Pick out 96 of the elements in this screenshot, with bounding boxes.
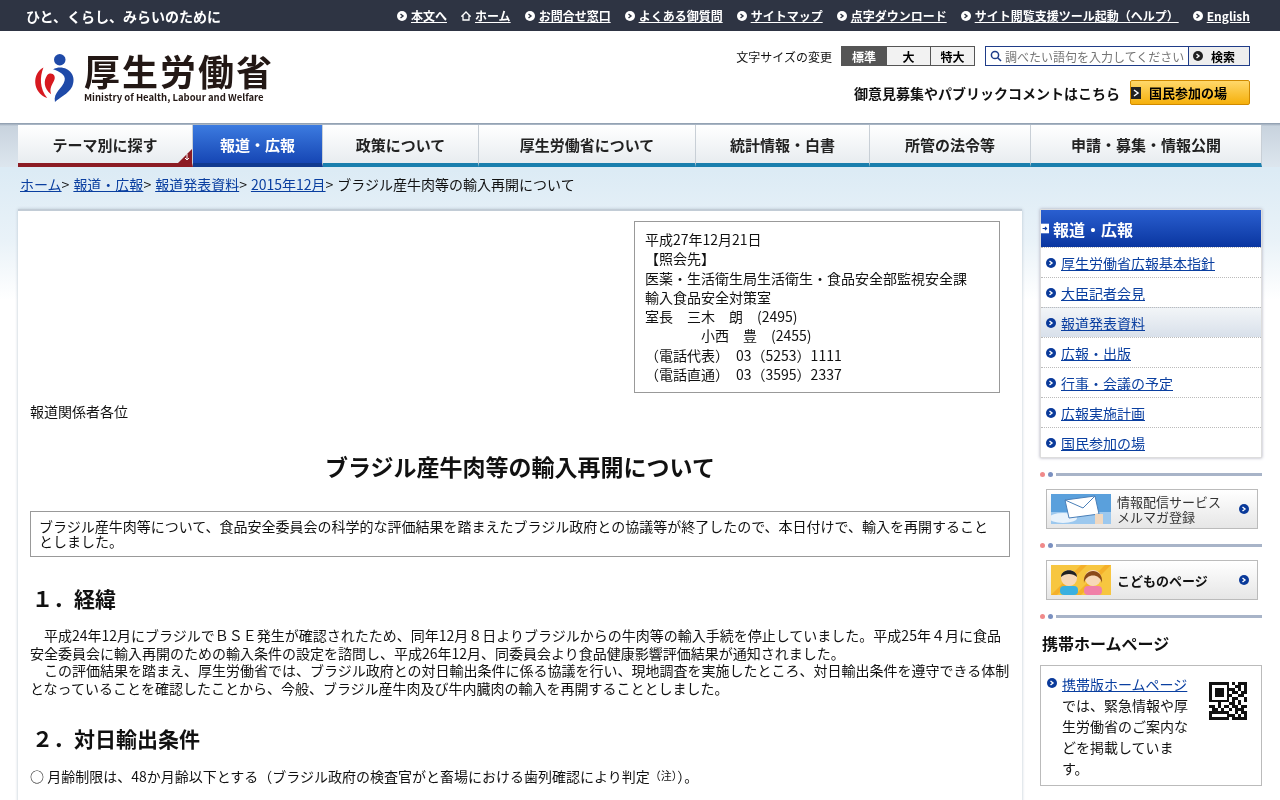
arrow-circle-icon (960, 10, 971, 21)
banner-label: こどものページ (1117, 572, 1208, 588)
arrow-circle-icon (624, 10, 635, 21)
logo-subtitle: Ministry of Health, Labour and Welfare (84, 90, 265, 104)
search-icon (990, 50, 1002, 62)
nav-tab[interactable]: テーマ別に探す (18, 125, 193, 167)
arrow-circle-icon (1046, 377, 1056, 388)
nav-tab[interactable]: 厚生労働省について (479, 125, 696, 167)
contact-line: 【照会先】 (645, 249, 716, 269)
font-size-label: 文字サイズの変更 (736, 47, 832, 65)
arrow-circle-icon (1192, 10, 1203, 21)
menu-item[interactable]: 報道発表資料 (1041, 307, 1261, 337)
header-link[interactable]: サイト閲覧支援ツール起動（ヘルプ） (960, 7, 1179, 24)
header-link[interactable]: 点字ダウンロード (836, 7, 947, 24)
menu-item[interactable]: 広報・出版 (1041, 337, 1261, 367)
arrow-circle-icon (1239, 575, 1249, 585)
mobile-heading: 携帯ホームページ (1041, 631, 1171, 655)
paragraph: この評価結果を踏まえ、厚生労働省では、ブラジル政府との対日輸出条件に係る協議を行い、現地調査を実施したところ、対日輸出条件を遵守できる体制となっていることを確認したことから、今般、ブラジル産牛肉及び牛内臓肉の輸入を再開することとしました。 (30, 662, 1010, 698)
breadcrumb-link[interactable]: 2015年12月 (250, 174, 326, 194)
header-link[interactable]: サイトマップ (736, 7, 823, 24)
nav-tab[interactable]: 政策について (323, 125, 479, 167)
header-link[interactable]: ホーム (461, 7, 511, 24)
contact-line: 小西 豊 (2455) (700, 326, 813, 346)
contact-line: 平成27年12月21日 (645, 230, 763, 250)
menu-item[interactable]: 国民参加の場 (1041, 427, 1261, 457)
arrow-circle-icon (1046, 347, 1056, 358)
arrow-circle-icon (736, 10, 747, 21)
contact-line: 医薬・生活衛生局生活衛生・食品安全部監視安全課 (645, 268, 968, 288)
menu-item[interactable]: 広報実施計画 (1041, 397, 1261, 427)
addressee-text: 報道関係者各位 (30, 401, 129, 422)
arrow-circle-icon (836, 10, 847, 21)
section-heading: ２．対日輸出条件 (31, 723, 201, 754)
nav-tab[interactable]: 所管の法令等 (870, 125, 1031, 167)
summary-box: ブラジル産牛肉等について、食品安全委員会の科学的な評価結果を踏まえたブラジル政府との協議等が終了したので、本日付けで、輸入を再開することとしました。 (30, 511, 1010, 558)
menu-item[interactable]: 厚生労働省広報基本指針 (1041, 247, 1261, 277)
arrow-circle-icon (1046, 257, 1056, 268)
menu-link[interactable]: 厚生労働省広報基本指針 (1061, 252, 1215, 273)
menu-link[interactable]: 報道発表資料 (1061, 312, 1145, 333)
menu-link[interactable]: 国民参加の場 (1061, 432, 1145, 453)
contact-line: 室長 三木 朗 (2495) (645, 307, 799, 327)
breadcrumb-separator: > (325, 174, 334, 194)
arrow-circle-icon (524, 10, 535, 21)
menu-link[interactable]: 広報実施計画 (1061, 402, 1145, 423)
search-button[interactable]: 検索 (1188, 46, 1250, 66)
menu-link[interactable]: 行事・会議の予定 (1061, 372, 1173, 393)
arrow-circle-icon (1046, 317, 1056, 328)
mobile-link[interactable]: 携帯版ホームページ (1062, 674, 1188, 694)
qr-code-icon (1209, 682, 1247, 720)
contact-line: （電話代表） 03（5253）1111 (645, 345, 843, 366)
banner-label: 情報配信サービス (1117, 494, 1221, 509)
search-field[interactable]: 調べたい語句を入力してください (985, 46, 1188, 66)
site-tagline: ひと、くらし、みらいのために (26, 5, 222, 26)
menu-item[interactable]: 行事・会議の予定 (1041, 367, 1261, 397)
arrow-circle-icon (1047, 678, 1057, 688)
arrow-circle-icon (396, 10, 407, 21)
corner-arrow-icon (178, 149, 192, 163)
header-link[interactable]: よくある御質問 (624, 7, 723, 24)
arrow-circle-icon (1046, 437, 1056, 448)
breadcrumb-separator: > (143, 174, 152, 194)
banner-label: メルマガ登録 (1117, 509, 1195, 524)
breadcrumb-separator: > (239, 174, 247, 194)
nav-tab[interactable]: 報道・広報 (193, 125, 323, 167)
mobile-description: 携帯版ホームページ では、緊急情報や厚生労働省のご案内などを掲載しています。 (1062, 674, 1189, 779)
nav-tab[interactable]: 申請・募集・情報公開 (1031, 125, 1262, 167)
arrow-icon (1131, 86, 1141, 99)
section-heading: １．経緯 (31, 583, 117, 614)
menu-link[interactable]: 広報・出版 (1061, 342, 1131, 363)
header-link[interactable]: 本文へ (396, 7, 447, 24)
contact-line: 輸入食品安全対策室 (645, 287, 772, 308)
breadcrumb-link[interactable]: ホーム (20, 174, 62, 194)
home-icon (461, 10, 471, 21)
contact-line: （電話直通） 03（3595）2337 (645, 365, 843, 385)
participation-button[interactable]: 国民参加の場 (1130, 80, 1250, 105)
arrow-circle-icon (1193, 51, 1203, 61)
header-link[interactable]: お問合せ窓口 (524, 7, 611, 24)
font-size-button[interactable]: 特大 (930, 47, 974, 65)
arrow-circle-icon (1046, 407, 1056, 418)
article-title: ブラジル産牛肉等の輸入再開について (324, 449, 716, 484)
font-size-button[interactable]: 標準 (842, 47, 886, 65)
header-link[interactable]: English (1192, 7, 1250, 24)
breadcrumb-link[interactable]: 報道発表資料 (155, 174, 240, 194)
font-size-button[interactable]: 大 (886, 47, 930, 65)
breadcrumb-link[interactable]: 報道・広報 (73, 174, 144, 194)
banner-link[interactable]: 情報配信サービス メルマガ登録 (1046, 489, 1258, 529)
breadcrumb-separator: > (61, 174, 70, 194)
logo-title[interactable]: 厚生労働省 (84, 50, 274, 90)
menu-title: 報道・広報 (1053, 216, 1133, 241)
arrow-circle-icon (1046, 287, 1056, 298)
paragraph: ○ 月齢制限は、48か月齢以下とする（ブラジル政府の検査官がと畜場における歯列確認により判定$^{（注）}$）。 (30, 767, 700, 786)
menu-link[interactable]: 大臣記者会見 (1061, 282, 1145, 303)
nav-tab[interactable]: 統計情報・白書 (696, 125, 870, 167)
arrow-circle-icon (1239, 504, 1249, 514)
breadcrumb-current: ブラジル産牛肉等の輸入再開について (337, 174, 575, 194)
banner-link[interactable]: こどものページ (1046, 560, 1258, 600)
paragraph: 平成24年12月にブラジルでＢＳＥ発生が確認されたため、同年12月８日よりブラジルからの牛肉等の輸入手続を停止していました。平成25年４月に食品安全委員会に輸入再開のための輸入条件の設定を諮問し、平成26年12月、同委員会より食品健康影響評価結果が通知されました。 (30, 627, 1002, 663)
public-comment-text: 御意見募集やパブリックコメントはこちら (854, 82, 1120, 103)
